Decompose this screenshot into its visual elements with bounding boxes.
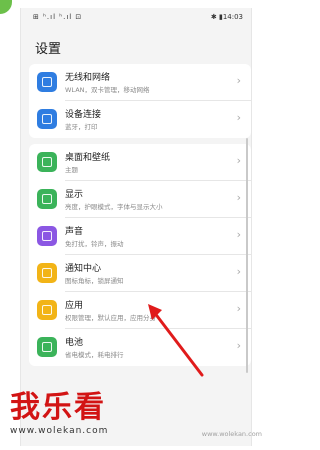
wallpaper-icon xyxy=(37,152,57,172)
item-subtitle: 免打扰，铃声，振动 xyxy=(65,240,124,248)
chevron-right-icon: › xyxy=(236,302,241,315)
item-label: 通知中心 xyxy=(65,264,102,274)
chevron-right-icon: › xyxy=(236,339,241,352)
chevron-right-icon: › xyxy=(236,228,241,241)
settings-item-wallpaper[interactable]: 桌面和壁纸 主题 › xyxy=(29,144,251,181)
item-subtitle: 图标角标，锁屏通知 xyxy=(65,277,124,285)
item-label: 桌面和壁纸 xyxy=(65,153,111,163)
item-subtitle: 亮度，护眼模式，字体与显示大小 xyxy=(65,203,163,211)
settings-group-1: 无线和网络 WLAN，双卡管理，移动网络 › 设备连接 蓝牙，打印 › xyxy=(29,64,251,138)
phone-screen: ⊞ ʰ.ıl ʰ.ıl ⊡ ✱ ▮14:03 设置 无线和网络 WLAN，双卡管… xyxy=(20,8,252,446)
watermark-url: www.wolekan.com xyxy=(10,426,109,436)
item-label: 无线和网络 xyxy=(65,73,111,83)
settings-item-wireless[interactable]: 无线和网络 WLAN，双卡管理，移动网络 › xyxy=(29,64,251,101)
settings-item-device-connection[interactable]: 设备连接 蓝牙，打印 › xyxy=(29,101,251,138)
chevron-right-icon: › xyxy=(236,74,241,87)
watermark-logo: 我乐看 www.wolekan.com xyxy=(10,382,108,436)
corner-leaf-decoration xyxy=(0,0,12,14)
notification-icon xyxy=(37,263,57,283)
device-link-icon xyxy=(37,109,57,129)
apps-icon xyxy=(37,300,57,320)
item-subtitle: 蓝牙，打印 xyxy=(65,123,98,131)
status-bar: ⊞ ʰ.ıl ʰ.ıl ⊡ ✱ ▮14:03 xyxy=(21,8,251,28)
watermark-text: 我乐看 xyxy=(10,390,106,425)
status-icons-right: ✱ ▮14:03 xyxy=(210,13,243,21)
chevron-right-icon: › xyxy=(236,191,241,204)
item-label: 电池 xyxy=(65,338,84,348)
wifi-icon xyxy=(37,72,57,92)
settings-item-sound[interactable]: 声音 免打扰，铃声，振动 › xyxy=(29,218,251,255)
settings-item-display[interactable]: 显示 亮度，护眼模式，字体与显示大小 › xyxy=(29,181,251,218)
chevron-right-icon: › xyxy=(236,265,241,278)
item-label: 应用 xyxy=(65,301,84,311)
page-title: 设置 xyxy=(35,42,62,57)
corner-watermark: www.wolekan.com xyxy=(201,430,262,438)
scrollbar[interactable] xyxy=(246,138,248,373)
item-subtitle: WLAN，双卡管理，移动网络 xyxy=(65,86,150,94)
item-label: 声音 xyxy=(65,227,84,237)
chevron-right-icon: › xyxy=(236,111,241,124)
red-pointer-arrow xyxy=(148,304,204,377)
status-icons-left: ⊞ ʰ.ıl ʰ.ıl ⊡ xyxy=(33,13,83,21)
chevron-right-icon: › xyxy=(236,154,241,167)
item-subtitle: 省电模式，耗电排行 xyxy=(65,351,124,359)
item-label: 设备连接 xyxy=(65,110,102,120)
sound-icon xyxy=(37,226,57,246)
battery-icon xyxy=(37,337,57,357)
item-label: 显示 xyxy=(65,190,84,200)
item-subtitle: 主题 xyxy=(65,166,78,174)
display-icon xyxy=(37,189,57,209)
settings-item-notifications[interactable]: 通知中心 图标角标，锁屏通知 › xyxy=(29,255,251,292)
